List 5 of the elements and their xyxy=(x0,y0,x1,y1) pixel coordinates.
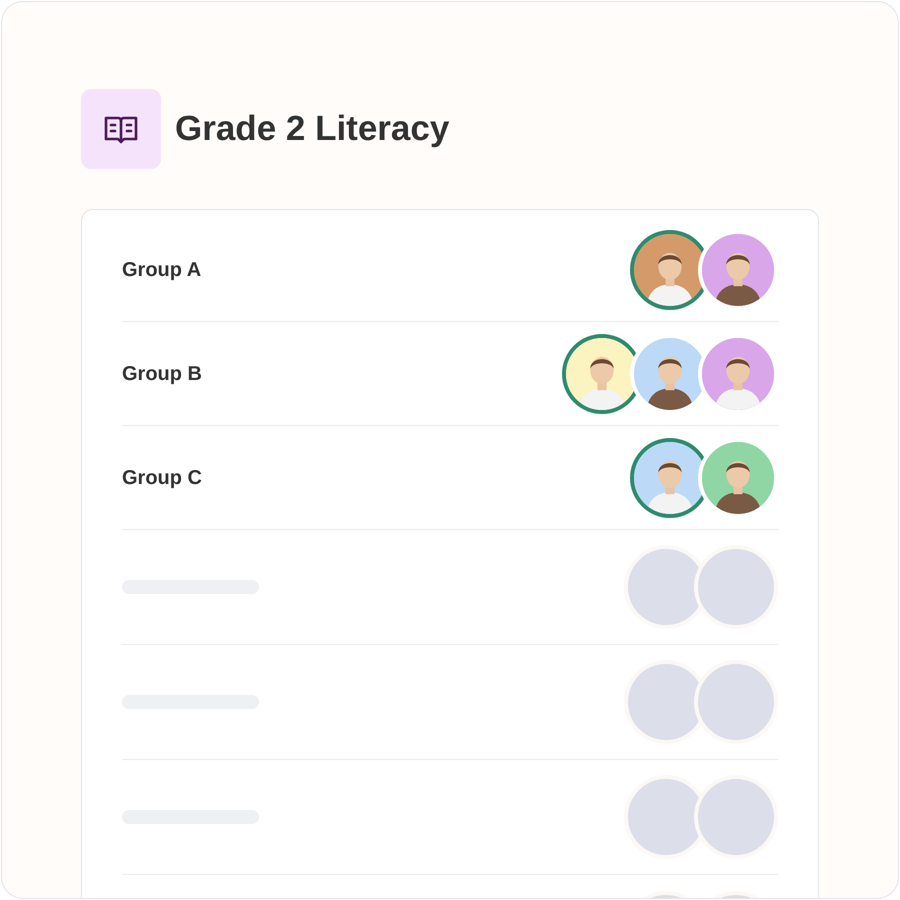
group-name: Group C xyxy=(122,466,202,490)
book-icon xyxy=(81,89,161,169)
page-title: Grade 2 Literacy xyxy=(175,108,450,150)
group-name: Group B xyxy=(122,362,202,386)
group-name: Group A xyxy=(122,258,202,282)
